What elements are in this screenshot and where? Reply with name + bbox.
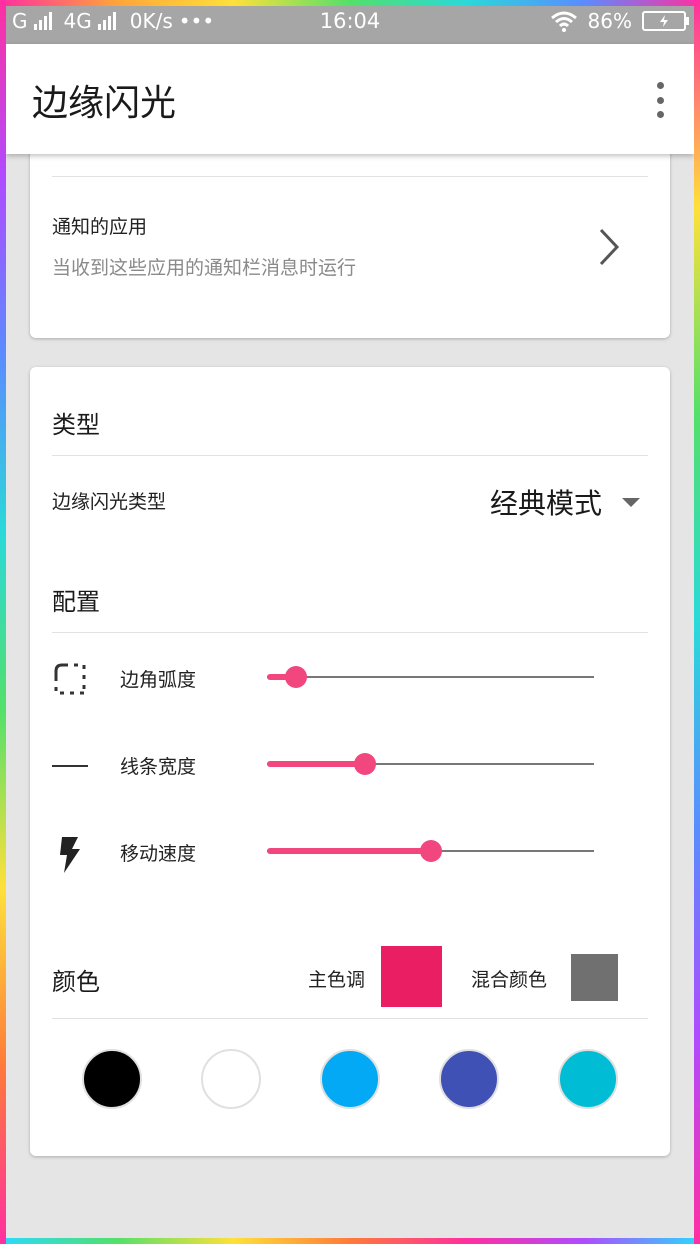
slider-fill [267, 848, 431, 854]
battery-percent: 86% [587, 9, 632, 33]
palette-color-cyan[interactable] [558, 1049, 619, 1109]
mix-color-swatch[interactable] [571, 954, 618, 1001]
palette-color-white[interactable] [200, 1049, 261, 1109]
move-speed-label: 移动速度 [120, 843, 197, 865]
edge-light-left [0, 0, 6, 1244]
color-palette [52, 1047, 648, 1111]
palette-color-black[interactable] [81, 1049, 142, 1109]
divider [52, 455, 648, 456]
dropdown-arrow-icon [622, 497, 640, 507]
page-title: 边缘闪光 [32, 83, 177, 124]
slider-fill [267, 761, 366, 767]
slider-thumb[interactable] [419, 840, 442, 862]
edge-light-bottom [0, 1238, 700, 1244]
line-width-row: 线条宽度 [52, 744, 642, 784]
edge-light-top [0, 0, 700, 6]
divider [52, 632, 648, 633]
line-width-label: 线条宽度 [120, 756, 197, 778]
palette-color-indigo[interactable] [439, 1049, 500, 1109]
config-heading: 配置 [52, 588, 100, 616]
flash-type-label: 边缘闪光类型 [52, 491, 167, 513]
palette-color-light-blue[interactable] [319, 1049, 380, 1109]
rounded-corner-icon [54, 663, 86, 695]
primary-color-label: 主色调 [308, 969, 366, 991]
settings-card: 类型 边缘闪光类型 经典模式 配置 边角弧度 线条宽度 移动速度 颜色 主色调 … [30, 367, 670, 1156]
divider [52, 1018, 648, 1019]
move-speed-slider[interactable] [267, 840, 594, 862]
flash-type-dropdown[interactable]: 经典模式 [490, 482, 640, 522]
wifi-icon [550, 11, 577, 32]
corner-radius-row: 边角弧度 [52, 657, 642, 697]
mix-color-label: 混合颜色 [471, 969, 548, 991]
color-heading: 颜色 [52, 968, 100, 996]
edge-light-right [694, 0, 700, 1244]
more-vert-icon[interactable] [652, 82, 668, 118]
notify-apps-row[interactable]: 通知的应用 当收到这些应用的通知栏消息时运行 [30, 177, 670, 317]
line-width-icon [52, 765, 88, 767]
primary-color-swatch[interactable] [381, 946, 442, 1007]
flash-icon [60, 837, 80, 873]
corner-radius-slider[interactable] [267, 666, 594, 688]
chevron-right-icon [599, 228, 620, 266]
slider-thumb[interactable] [285, 666, 308, 688]
flash-type-value: 经典模式 [489, 487, 602, 520]
move-speed-row: 移动速度 [52, 831, 642, 873]
type-heading: 类型 [52, 411, 100, 439]
status-bar: G 4G 0K/s ••• 16:04 86% [0, 0, 700, 44]
battery-icon [642, 11, 689, 31]
app-bar: 边缘闪光 [6, 44, 694, 154]
notify-apps-title: 通知的应用 [52, 216, 148, 238]
slider-thumb[interactable] [354, 753, 377, 775]
corner-radius-label: 边角弧度 [120, 669, 197, 691]
notify-apps-subtitle: 当收到这些应用的通知栏消息时运行 [52, 257, 357, 279]
line-width-slider[interactable] [267, 753, 594, 775]
